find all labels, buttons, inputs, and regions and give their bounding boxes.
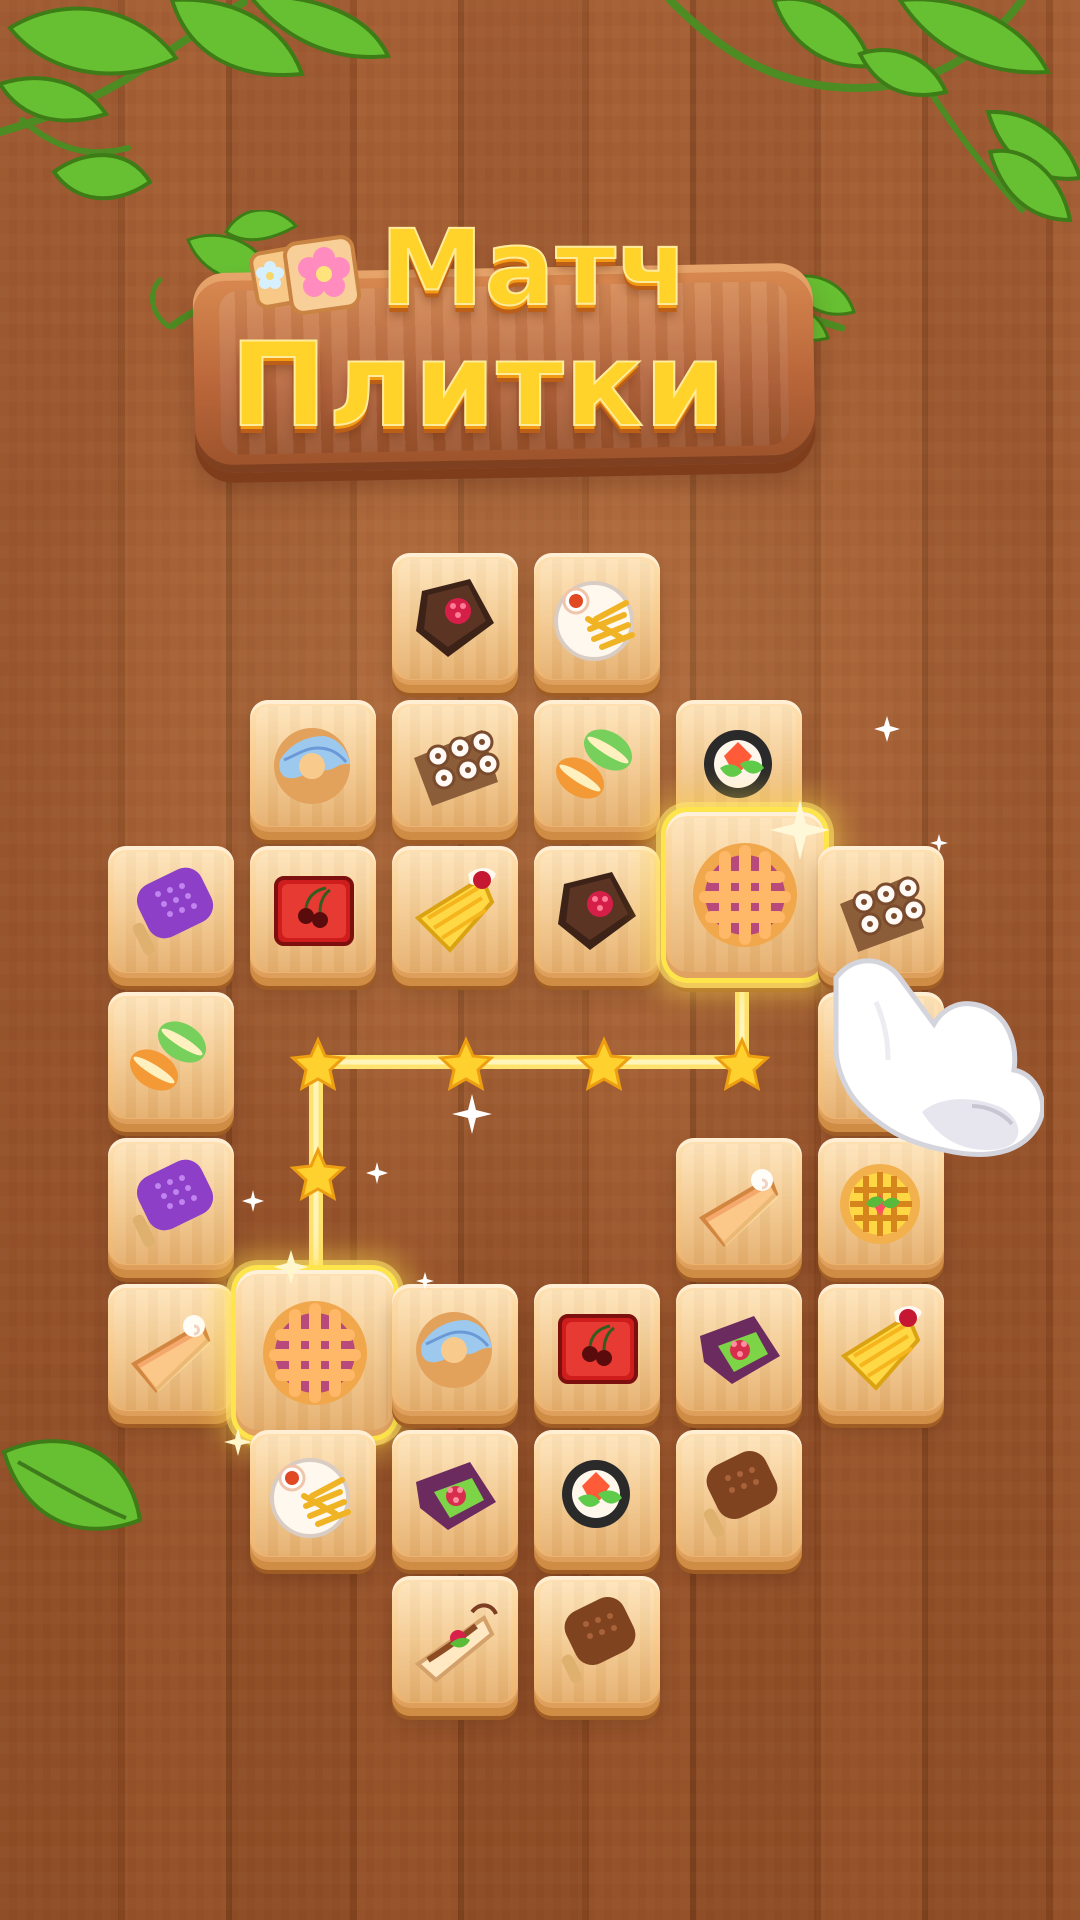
tile-fries-top[interactable] xyxy=(534,553,660,685)
star-icon xyxy=(575,1036,633,1091)
tile-brownie-top[interactable] xyxy=(392,553,518,685)
tile-waffle-slice[interactable] xyxy=(392,1576,518,1708)
brownie-icon xyxy=(416,579,494,657)
tile-berry-bowl-2[interactable] xyxy=(534,1430,660,1562)
fries-plate-icon xyxy=(554,581,635,661)
tile-board xyxy=(0,0,1080,1920)
fries-plate-icon xyxy=(270,1458,351,1538)
star-icon xyxy=(437,1036,495,1091)
tile-pie-selected-left[interactable] xyxy=(236,1270,394,1436)
macarons-icon xyxy=(129,1021,207,1091)
cherry-jelly-icon xyxy=(274,876,354,946)
tile-hidden-under-hand[interactable] xyxy=(818,992,944,1124)
kiwi-brownie-icon xyxy=(416,1462,496,1530)
star-icon xyxy=(289,1146,347,1201)
tile-jelly-2[interactable] xyxy=(534,1284,660,1416)
tile-popsicle-choc-2[interactable] xyxy=(534,1576,660,1708)
tile-macarons-2[interactable] xyxy=(108,992,234,1124)
star-icon xyxy=(713,1036,771,1091)
tile-cake-slice-2[interactable] xyxy=(818,1284,944,1416)
star-icon xyxy=(289,1036,347,1091)
tile-pie-selected-right[interactable] xyxy=(666,812,824,978)
tile-pumpkin-pie-1[interactable] xyxy=(676,1138,802,1270)
macarons-icon xyxy=(555,729,633,799)
tile-popsicle-choc-1[interactable] xyxy=(676,1430,802,1562)
tile-pumpkin-pie-2[interactable] xyxy=(108,1284,234,1416)
berry-bowl-icon xyxy=(562,1460,630,1528)
pie-lattice-icon xyxy=(263,1301,367,1405)
blank-tile-icon xyxy=(850,1022,910,1094)
berry-bowl-icon xyxy=(704,730,772,798)
cake-slice-icon xyxy=(840,1306,922,1391)
tile-popsicle-purple-2[interactable] xyxy=(108,1138,234,1270)
tile-sushi-2[interactable] xyxy=(818,846,944,978)
donut-icon xyxy=(416,1312,492,1388)
tile-popsicle-purple-1[interactable] xyxy=(108,846,234,978)
tile-sushi-1[interactable] xyxy=(392,700,518,832)
kiwi-brownie-icon xyxy=(700,1316,780,1384)
sushi-plate-icon xyxy=(840,876,926,952)
tile-cake-slice-1[interactable] xyxy=(392,846,518,978)
strawberry-tart-icon xyxy=(840,1164,920,1244)
pie-lattice-icon xyxy=(693,843,797,947)
donut-icon xyxy=(274,728,350,804)
pumpkin-slice-icon xyxy=(130,1315,211,1393)
popsicle-chocolate-icon xyxy=(561,1596,636,1684)
dessert-slice-icon xyxy=(414,1603,498,1683)
cake-slice-icon xyxy=(414,868,496,953)
tile-donut-1[interactable] xyxy=(250,700,376,832)
sushi-plate-icon xyxy=(414,730,500,806)
popsicle-purple-icon xyxy=(132,867,214,956)
tile-kiwi-brownie-1[interactable] xyxy=(676,1284,802,1416)
popsicle-chocolate-icon xyxy=(703,1450,778,1538)
tile-macarons-1[interactable] xyxy=(534,700,660,832)
tile-strawberry-tart-1[interactable] xyxy=(818,1138,944,1270)
tile-donut-2[interactable] xyxy=(392,1284,518,1416)
brownie-icon xyxy=(558,872,636,950)
cherry-jelly-icon xyxy=(558,1314,638,1384)
tile-brownie-2[interactable] xyxy=(534,846,660,978)
pumpkin-slice-icon xyxy=(698,1169,779,1247)
tile-kiwi-brownie-2[interactable] xyxy=(392,1430,518,1562)
tile-fries-bottom[interactable] xyxy=(250,1430,376,1562)
popsicle-purple-icon xyxy=(132,1159,214,1248)
tile-jelly-1[interactable] xyxy=(250,846,376,978)
